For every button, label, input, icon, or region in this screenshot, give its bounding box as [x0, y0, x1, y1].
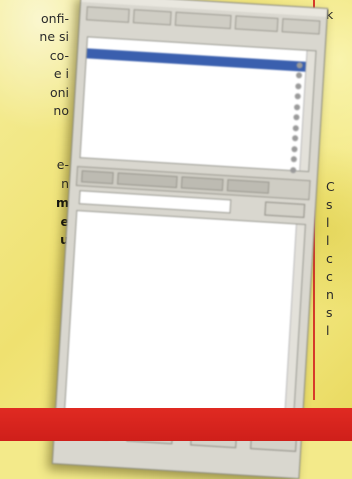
toolbar-button[interactable] [117, 172, 178, 189]
status-icon [290, 166, 297, 173]
status-icon [294, 93, 301, 100]
tab[interactable] [174, 11, 232, 30]
filter-button[interactable] [264, 201, 306, 218]
article-text-line: l [326, 323, 330, 338]
article-text-line: l [326, 233, 330, 248]
status-icon [293, 103, 301, 110]
article-text-line: e- [56, 157, 69, 172]
status-icon [291, 135, 299, 142]
toolbar-button[interactable] [180, 176, 224, 191]
status-icon [292, 124, 299, 131]
article-text-line: c [326, 251, 333, 266]
bottom-list [64, 210, 306, 426]
article-text-line: s [326, 305, 333, 320]
status-icon [296, 61, 303, 69]
article-text-line: oni [49, 85, 69, 100]
tab[interactable] [85, 6, 130, 23]
tab[interactable] [235, 15, 279, 32]
status-icon [291, 145, 298, 152]
article-text-line: C [326, 179, 335, 194]
status-icon [295, 72, 303, 79]
article-text-line: s [326, 197, 333, 212]
article-text-line: n [326, 287, 334, 302]
article-text-line: co- [49, 48, 69, 63]
status-icon [293, 114, 300, 121]
article-text-line: c [326, 269, 333, 284]
article-text-line: ne si [39, 29, 69, 44]
tab[interactable] [132, 9, 172, 26]
article-right-column: kCsllccnsl [322, 0, 352, 400]
article-text-line: onfi- [41, 11, 69, 26]
toolbar-button[interactable] [226, 179, 270, 194]
article-text-line: l [326, 215, 330, 230]
page-footer-band [0, 408, 352, 441]
status-icon [290, 156, 298, 163]
article-text-line: e i [53, 66, 69, 81]
tab[interactable] [281, 18, 321, 35]
status-icon [295, 82, 302, 90]
toolbar-button[interactable] [81, 170, 114, 185]
top-list [79, 36, 317, 173]
article-text-line: no [53, 103, 69, 118]
